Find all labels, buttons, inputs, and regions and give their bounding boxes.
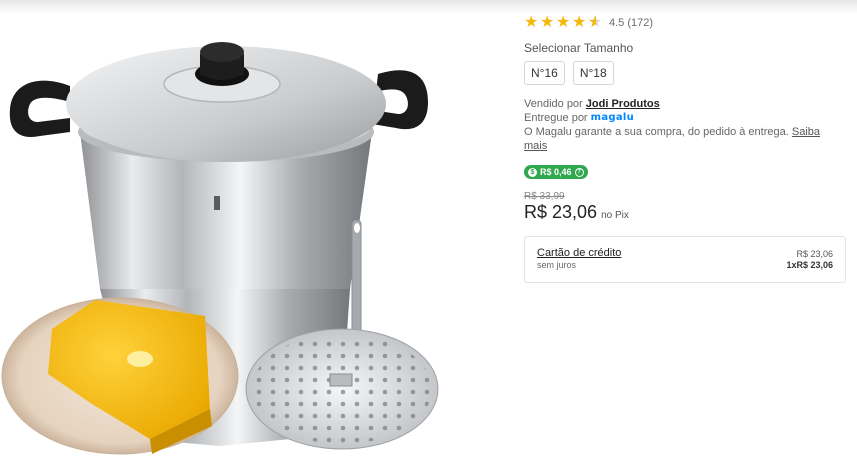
coin-icon: $ bbox=[528, 167, 537, 177]
delivered-by: Entregue por magalu bbox=[524, 111, 846, 125]
seller-link[interactable]: Jodi Produtos bbox=[586, 98, 660, 110]
card-total: R$ 23,06 bbox=[796, 249, 833, 259]
star-icon: ★ bbox=[540, 14, 555, 31]
rating-text[interactable]: 4.5 (172) bbox=[609, 17, 653, 29]
card-right: R$ 23,06 1xR$ 23,06 bbox=[786, 247, 833, 282]
top-shadow bbox=[0, 0, 857, 14]
card-title[interactable]: Cartão de crédito bbox=[537, 247, 621, 259]
old-price: R$ 33,99 bbox=[524, 191, 565, 202]
card-left: Cartão de crédito sem juros bbox=[537, 247, 621, 282]
rating[interactable]: ★ ★ ★ ★ ★ 4.5 (172) bbox=[524, 14, 846, 32]
size-option-16[interactable]: N°16 bbox=[524, 61, 565, 85]
guarantee: O Magalu garante a sua compra, do pedido… bbox=[524, 125, 846, 153]
credit-card-option[interactable]: Cartão de crédito sem juros R$ 23,06 1xR… bbox=[524, 236, 846, 283]
card-subtitle: sem juros bbox=[537, 260, 577, 270]
star-half-icon: ★ bbox=[588, 15, 603, 32]
size-options: N°16 N°18 bbox=[524, 61, 846, 85]
card-installment: 1xR$ 23,06 bbox=[786, 260, 833, 270]
size-option-18[interactable]: N°18 bbox=[572, 61, 614, 85]
magalu-logo: magalu bbox=[590, 112, 635, 123]
info-icon[interactable]: ? bbox=[574, 167, 584, 177]
guarantee-text: O Magalu garante a sua compra, do pedido… bbox=[524, 126, 789, 138]
sold-by-label: Vendido por bbox=[524, 98, 583, 110]
cashback-value: R$ 0,46 bbox=[540, 167, 572, 177]
left-handle-icon bbox=[9, 80, 70, 137]
price-row: R$ 23,06 no Pix bbox=[524, 202, 846, 223]
star-icon: ★ bbox=[572, 14, 587, 31]
current-price: R$ 23,06 bbox=[524, 202, 598, 222]
product-info: ★ ★ ★ ★ ★ 4.5 (172) Selecionar Tamanho N… bbox=[524, 14, 846, 283]
price-suffix: no Pix bbox=[601, 210, 629, 221]
product-image[interactable] bbox=[0, 14, 460, 457]
star-icon: ★ bbox=[524, 14, 539, 31]
delivered-by-label: Entregue por bbox=[524, 112, 588, 124]
rating-stars: ★ ★ ★ ★ ★ bbox=[524, 14, 603, 32]
cashback-badge[interactable]: $ R$ 0,46 ? bbox=[524, 165, 588, 179]
sold-by: Vendido por Jodi Produtos bbox=[524, 97, 846, 111]
size-title: Selecionar Tamanho bbox=[524, 41, 634, 55]
star-icon: ★ bbox=[556, 14, 571, 31]
